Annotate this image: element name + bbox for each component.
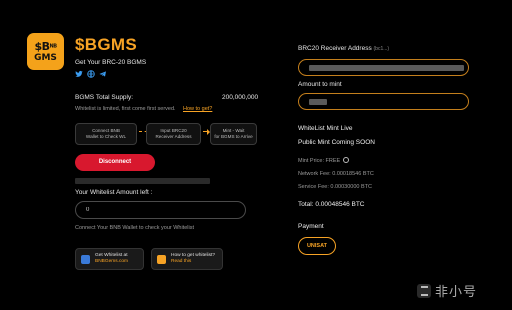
social-links xyxy=(75,70,107,78)
whitelist-amount-left-label: Your Whitelist Amount left : xyxy=(75,189,153,196)
step-text: Connect BNB xyxy=(92,128,120,134)
loading-spinner-icon xyxy=(343,157,349,163)
receiver-address-label: BRC20 Receiver Address (bc1...) xyxy=(298,45,389,52)
step-text: for BGMS to Arrive xyxy=(214,134,253,139)
page-title: $BGMS xyxy=(75,35,137,54)
redacted-amount-value xyxy=(309,99,327,105)
total-cost: Total: 0.00048546 BTC xyxy=(298,201,365,208)
step-text: Receiver Address xyxy=(155,134,192,139)
how-to-whitelist-card[interactable]: How to get whitelist? Read this xyxy=(151,248,223,270)
network-fee: Network Fee: 0.00018546 BTC xyxy=(298,171,374,177)
receiver-address-input[interactable] xyxy=(298,59,469,76)
amount-to-mint-label: Amount to mint xyxy=(298,81,342,88)
step-arrow-icon xyxy=(203,128,210,137)
logo-text-main: $B xyxy=(34,39,50,53)
receiver-address-label-text: BRC20 Receiver Address xyxy=(298,45,372,52)
step-connect-wallet: Connect BNB Wallet to Check WL xyxy=(75,123,137,145)
bnbgems-icon xyxy=(81,254,90,264)
watermark-text: 非小号 xyxy=(435,285,478,300)
get-whitelist-card[interactable]: Get Whitelist at BNBGems.com xyxy=(75,248,144,270)
redacted-address-value xyxy=(309,65,464,71)
step-text: Mint - Wait xyxy=(222,128,245,134)
whitelist-mint-status: WhiteList Mint Live xyxy=(298,125,353,132)
card-link: Read this xyxy=(171,259,192,264)
disconnect-button[interactable]: Disconnect xyxy=(75,154,155,171)
whitelist-note: Whitelist is limited, first come first s… xyxy=(75,106,176,112)
telegram-icon[interactable] xyxy=(99,70,107,78)
mint-price: Mint Price: FREE xyxy=(298,158,341,164)
step-text: Wallet to Check WL xyxy=(85,134,127,139)
unisat-payment-button[interactable]: UNISAT xyxy=(298,237,336,255)
receiver-address-hint: (bc1...) xyxy=(373,46,390,52)
page-subtitle: Get Your BRC-20 BGMS xyxy=(75,59,147,66)
step-text: Input BRC20 xyxy=(160,128,187,134)
document-icon xyxy=(157,254,166,264)
watermark-logo-icon xyxy=(417,283,431,298)
card-link: BNBGems.com xyxy=(95,259,129,264)
project-logo: $BNB GMS xyxy=(27,33,64,70)
service-fee: Service Fee: 0.00030000 BTC xyxy=(298,184,372,190)
amount-to-mint-input[interactable] xyxy=(298,93,469,110)
public-mint-status: Public Mint Coming SOON xyxy=(298,139,375,146)
payment-label: Payment xyxy=(298,223,324,230)
connect-wallet-note: Connect Your BNB Wallet to check your Wh… xyxy=(75,225,195,231)
total-supply-value: 200,000,000 xyxy=(222,94,259,101)
whitelist-amount-input[interactable] xyxy=(75,201,246,219)
twitter-icon[interactable] xyxy=(75,70,83,78)
how-to-get-link[interactable]: How to get? xyxy=(183,106,212,112)
logo-text-bottom: GMS xyxy=(34,52,57,63)
watermark: 非小号 xyxy=(417,281,477,300)
globe-icon[interactable] xyxy=(87,70,95,78)
logo-text-small: NB xyxy=(49,43,58,49)
total-supply-label: BGMS Total Supply: xyxy=(75,94,134,101)
step-input-address: Input BRC20 Receiver Address xyxy=(146,123,201,145)
step-mint-wait: Mint - Wait for BGMS to Arrive xyxy=(210,123,257,145)
redacted-wallet-address xyxy=(75,178,210,184)
